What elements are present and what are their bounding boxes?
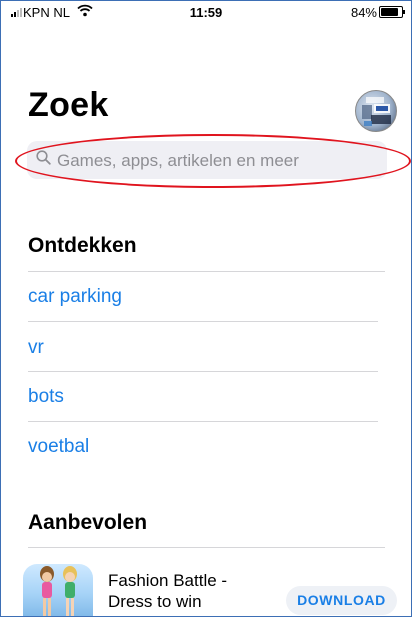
battery-fill (381, 8, 398, 16)
page-title: Zoek (28, 86, 109, 124)
suggestion-voetbal[interactable]: voetbal (28, 436, 89, 458)
phone-screen: KPN NL 11:59 84% Zoek Games, apps, artik… (0, 0, 412, 617)
search-icon (36, 150, 51, 165)
app-title: Fashion Battle - Dress to win (108, 571, 228, 611)
divider (28, 547, 385, 548)
download-button[interactable]: DOWNLOAD (286, 586, 397, 615)
section-heading-discover: Ontdekken (28, 234, 137, 257)
status-time: 11:59 (189, 5, 223, 20)
status-bar: KPN NL 11:59 84% (1, 1, 411, 25)
suggestion-vr[interactable]: vr (28, 337, 44, 359)
section-heading-recommended: Aanbevolen (28, 511, 148, 534)
search-placeholder: Games, apps, artikelen en meer (57, 151, 299, 170)
battery-percent: 84% (350, 5, 377, 20)
divider (28, 271, 385, 272)
divider (28, 321, 378, 322)
divider (28, 371, 378, 372)
battery-icon (379, 6, 405, 18)
suggestion-car-parking[interactable]: car parking (28, 286, 122, 308)
search-field[interactable]: Games, apps, artikelen en meer (27, 141, 387, 179)
divider (28, 421, 378, 422)
profile-avatar-icon[interactable] (355, 90, 397, 132)
suggestion-bots[interactable]: bots (28, 386, 64, 408)
app-icon-fashion-battle[interactable] (23, 564, 93, 616)
